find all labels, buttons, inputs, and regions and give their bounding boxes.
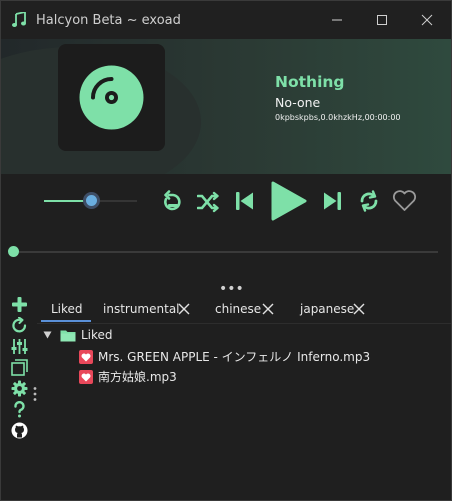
close-tab-icon[interactable]	[353, 303, 365, 315]
shuffle-icon[interactable]	[197, 191, 219, 213]
seek-knob[interactable]	[8, 246, 19, 257]
tab-instrumental[interactable]: instrumental	[103, 297, 191, 323]
play-icon[interactable]	[269, 181, 307, 221]
song-artist: No-one	[275, 95, 321, 110]
seek-slider[interactable]	[8, 246, 438, 257]
close-tab-icon[interactable]	[178, 303, 190, 315]
song-title: Nothing	[275, 73, 345, 91]
previous-track-icon[interactable]	[235, 191, 255, 211]
track-label: Mrs. GREEN APPLE - インフェルノ Inferno.mp3	[98, 350, 371, 364]
liked-track-icon	[79, 370, 93, 384]
next-track-icon[interactable]	[322, 191, 342, 211]
app-window: Halcyon Beta ~ exoad Nothing No-one 0kpb…	[0, 0, 452, 501]
album-art	[58, 44, 165, 151]
active-tab-indicator	[41, 320, 91, 322]
track-label: 南方姑娘.mp3	[98, 370, 177, 384]
playlist-icon[interactable]	[11, 359, 28, 376]
minimize-button[interactable]	[323, 9, 353, 31]
tab-japanese[interactable]: japanese	[300, 297, 370, 323]
volume-slider[interactable]	[44, 192, 137, 209]
tree-folder-label[interactable]: Liked	[81, 328, 113, 342]
heart-icon[interactable]	[392, 190, 417, 212]
music-note-icon	[12, 12, 26, 27]
splitter-handle-icon[interactable]	[32, 386, 38, 402]
window-title: Halcyon Beta ~ exoad	[36, 13, 181, 28]
folder-icon	[60, 330, 76, 342]
expand-arrow-icon[interactable]	[43, 331, 52, 339]
repeat-icon[interactable]	[358, 190, 380, 212]
close-window-button[interactable]	[413, 9, 443, 31]
tab-label: japanese	[300, 302, 355, 316]
tab-divider	[37, 323, 451, 324]
add-icon[interactable]	[11, 296, 28, 313]
volume-knob[interactable]	[82, 192, 100, 209]
tab-label: Liked	[51, 302, 83, 316]
maximize-icon	[377, 15, 387, 25]
liked-track-icon	[79, 350, 93, 364]
github-icon[interactable]	[11, 422, 28, 439]
maximize-button[interactable]	[368, 9, 398, 31]
close-icon	[421, 14, 433, 26]
equalizer-icon[interactable]	[11, 338, 28, 355]
song-info: 0kpbskpbs,0.0khzkHz,00:00:00	[275, 113, 401, 122]
more-options-icon[interactable]: •••	[219, 281, 244, 297]
tab-label: instrumental	[103, 302, 180, 316]
disc-icon	[79, 65, 144, 130]
settings-icon[interactable]	[11, 380, 28, 397]
tab-chinese[interactable]: chinese	[215, 297, 279, 323]
refresh-icon[interactable]	[11, 317, 28, 334]
help-icon[interactable]	[11, 401, 28, 418]
close-tab-icon[interactable]	[262, 303, 274, 315]
playback-controls	[1, 174, 451, 239]
title-bar: Halcyon Beta ~ exoad	[1, 1, 451, 39]
now-playing-panel: Nothing No-one 0kpbskpbs,0.0khzkHz,00:00…	[1, 39, 451, 174]
loop-icon[interactable]	[161, 190, 185, 214]
minimize-icon	[332, 19, 342, 21]
tab-label: chinese	[215, 302, 262, 316]
